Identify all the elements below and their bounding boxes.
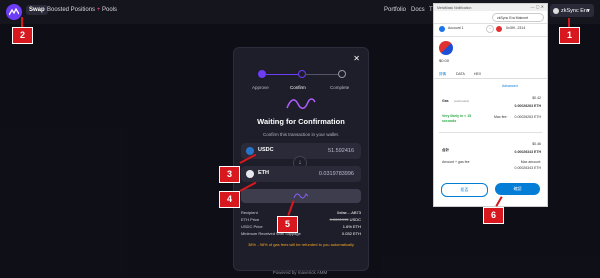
account-avatar (439, 26, 445, 32)
transaction-amount: $0.00 (439, 58, 450, 63)
step-connector (266, 73, 298, 75)
to-token-row: ETH 0.0319783996 (241, 166, 361, 182)
account-name: Account 1 (448, 26, 464, 30)
close-icon[interactable]: ✕ (353, 54, 360, 63)
metamask-tabs: 詳情 DATA HEX (434, 70, 547, 79)
contract-avatar (496, 26, 502, 32)
gas-refund-note: 38% - 98% of gas fees will be refunded t… (248, 242, 354, 247)
nav-docs[interactable]: Docs (411, 7, 425, 13)
step-label-approve: Approve (252, 85, 269, 90)
annotation-marker-6: 6 (483, 207, 504, 224)
annotation-arrow (21, 17, 23, 27)
info-value: 0xfae....AB73 (336, 210, 361, 215)
chevron-down-icon: ▾ (587, 7, 590, 14)
annotation-arrow (568, 18, 570, 27)
step-complete-icon (338, 70, 346, 78)
metamask-network-pill[interactable]: zkSync Era Mainnet (492, 13, 544, 22)
nav-swap[interactable]: Swap (26, 5, 48, 15)
max-amount-label: Max amount: (520, 160, 541, 164)
tab-details[interactable]: 詳情 (439, 72, 446, 77)
gas-estimated: (estimated) (454, 99, 470, 103)
network-selector[interactable]: zkSync Era ▾ (550, 4, 594, 17)
nav-pools[interactable]: Pools (102, 7, 117, 13)
annotation-marker-1: 1 (559, 27, 580, 44)
waiting-button[interactable] (241, 189, 361, 203)
modal-title: Waiting for Confirmation (257, 117, 345, 126)
old-price: 0.0001993 (329, 217, 349, 222)
tab-hex[interactable]: HEX (474, 72, 481, 76)
to-token-amount: 0.0319783996 (318, 170, 354, 177)
progress-steps: Approve Confirm Complete (252, 70, 352, 92)
info-value: 0.0001993 USDC (330, 217, 361, 222)
reject-button[interactable]: 拒否 (441, 183, 488, 197)
gas-eth: 0.00026263 ETH (514, 104, 541, 108)
tab-data[interactable]: DATA (456, 72, 465, 76)
info-label: ETH Price (241, 217, 260, 222)
contract-address: 0x39f...2314 (506, 26, 526, 30)
gas-usd: $0.42 (532, 96, 541, 100)
confirm-button[interactable]: 確認 (495, 183, 540, 195)
price-unit: USDC (349, 217, 361, 222)
from-token-symbol: USDC (258, 147, 274, 153)
gas-label: Gas (442, 99, 449, 103)
total-usd: $0.46 (532, 142, 541, 146)
from-token-amount: 51.592416 (328, 147, 354, 154)
dapp-icon (439, 41, 453, 55)
metamask-window: MetaMask Notification — ▢ ✕ zkSync Era M… (433, 3, 548, 207)
annotation-marker-3: 3 (219, 166, 240, 183)
powered-by: Powered by maverick AMM (272, 270, 328, 275)
total-label: 合計 (442, 148, 449, 152)
metamask-titlebar: MetaMask Notification — ▢ ✕ (434, 4, 547, 11)
to-token-symbol: ETH (258, 170, 269, 176)
advanced-link[interactable]: Advanced (502, 84, 518, 88)
metamask-window-title: MetaMask Notification (437, 5, 472, 10)
nav-boosted-label: Boosted Positions (47, 7, 96, 13)
arrow-right-icon: › (486, 25, 494, 33)
gas-speed: Very likely in < 15 seconds (442, 114, 472, 123)
annotation-marker-4: 4 (219, 191, 240, 208)
nav-portfolio[interactable]: Portfolio (384, 7, 406, 13)
window-controls[interactable]: — ▢ ✕ (531, 4, 544, 9)
network-name: zkSync Era Mainnet (497, 15, 529, 20)
divider (434, 23, 547, 24)
zksync-icon (553, 7, 559, 14)
total-eth: 0.00026343 ETH (514, 150, 541, 154)
step-connector (306, 73, 338, 75)
max-fee-label: Max fee: (494, 115, 508, 119)
modal-subtitle: Confirm this transaction in your wallet. (262, 132, 340, 137)
info-value: 0.032 ETH (341, 231, 361, 236)
step-label-confirm: Confirm (290, 85, 306, 90)
amount-gas-label: Amount + gas fee (442, 160, 470, 164)
info-label: USDC Price (241, 224, 263, 229)
step-approve-icon (258, 70, 266, 78)
loading-wave-icon (293, 193, 309, 199)
step-label-complete: Complete (330, 85, 350, 90)
info-value: 1.6% ETH (342, 224, 361, 229)
step-confirm-icon (298, 70, 306, 78)
nav-boosted-positions[interactable]: Boosted Positions + (47, 7, 100, 13)
annotation-marker-2: 2 (12, 27, 33, 44)
network-label: zkSync Era (561, 7, 589, 14)
info-label: Recipient (241, 210, 258, 215)
maverick-logo[interactable] (6, 4, 22, 20)
confirmation-modal: ✕ Approve Confirm Complete Waiting for C… (233, 47, 369, 271)
divider (434, 36, 547, 37)
boosted-badge: + (96, 7, 101, 13)
eth-icon (246, 170, 254, 178)
waiting-wave-icon (286, 98, 316, 109)
annotation-marker-5: 5 (277, 216, 298, 233)
max-fee-value: 0.00026263 ETH (514, 115, 541, 119)
divider (439, 132, 542, 133)
max-amount-value: 0.00026343 ETH (514, 166, 541, 170)
